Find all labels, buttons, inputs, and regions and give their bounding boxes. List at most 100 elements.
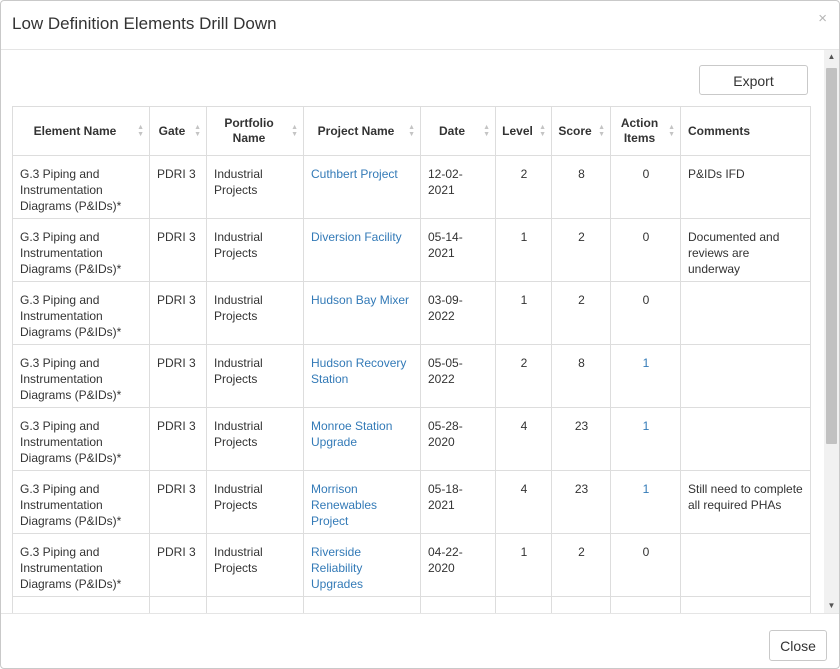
cell-level: 1 <box>495 281 552 345</box>
table-row: G.3 Piping and Instrumentation Diagrams … <box>12 281 811 345</box>
column-header-label: Date <box>438 123 465 138</box>
close-button[interactable]: Close <box>769 630 827 661</box>
column-header-label: Gate <box>158 123 186 138</box>
cell-action-items: 1 <box>610 344 681 408</box>
modal-footer: Close <box>1 613 839 668</box>
cell-date: 04-22-2020 <box>420 533 496 597</box>
cell-project-name: Monroe Station Upgrade <box>303 407 421 471</box>
action-items-link[interactable]: 1 <box>643 356 650 370</box>
cell-portfolio-name: Industrial Projects <box>206 470 304 534</box>
cell-project-name: Diversion Facility <box>303 218 421 282</box>
cell-date: 05-28-2020 <box>420 407 496 471</box>
cell-score: 8 <box>551 155 611 219</box>
cell-portfolio-name <box>206 596 304 613</box>
cell-level <box>495 596 552 613</box>
project-link[interactable]: Morrison Renewables Project <box>311 482 377 528</box>
cell-score: 2 <box>551 533 611 597</box>
cell-element-name: G.3 Piping and Instrumentation Diagrams … <box>12 407 150 471</box>
column-header-gate[interactable]: Gate ▲ ▼ <box>149 106 207 156</box>
column-header-date[interactable]: Date ▲ ▼ <box>420 106 496 156</box>
project-link[interactable]: Monroe Station Upgrade <box>311 419 392 449</box>
cell-project-name: Cuthbert Project <box>303 155 421 219</box>
project-link[interactable]: Hudson Recovery Station <box>311 356 406 386</box>
cell-gate: PDRI 3 <box>149 533 207 597</box>
cell-comments <box>680 344 811 408</box>
column-header-comments: Comments <box>680 106 811 156</box>
column-header-level[interactable]: Level ▲ ▼ <box>495 106 552 156</box>
cell-comments <box>680 281 811 345</box>
table-row: G.3 Piping and Instrumentation Diagrams … <box>12 407 811 471</box>
cell-project-name <box>303 596 421 613</box>
cell-action-items: 0 <box>610 155 681 219</box>
close-icon[interactable]: × <box>818 11 827 26</box>
cell-gate: PDRI 3 <box>149 281 207 345</box>
cell-date: 05-05-2022 <box>420 344 496 408</box>
table-row: G.3 Piping and Instrumentation Diagrams … <box>12 344 811 408</box>
cell-action-items: 0 <box>610 281 681 345</box>
project-link[interactable]: Hudson Bay Mixer <box>311 293 409 307</box>
drill-down-table: Element Name ▲ ▼ Gate ▲ ▼ Portfolio Name ▲… <box>12 106 811 613</box>
sort-icon[interactable]: ▲ ▼ <box>598 124 605 138</box>
sort-icon[interactable]: ▲ ▼ <box>668 124 675 138</box>
cell-comments: Documented and reviews are underway <box>680 218 811 282</box>
cell-comments <box>680 533 811 597</box>
cell-score: 2 <box>551 218 611 282</box>
sort-icon[interactable]: ▲ ▼ <box>194 124 201 138</box>
cell-element-name: G.3 Piping and Instrumentation Diagrams … <box>12 281 150 345</box>
project-link[interactable]: Diversion Facility <box>311 230 402 244</box>
cell-element-name: G.3 Piping and Instrumentation Diagrams … <box>12 344 150 408</box>
column-header-element-name[interactable]: Element Name ▲ ▼ <box>12 106 150 156</box>
column-header-action-items[interactable]: Action Items ▲ ▼ <box>610 106 681 156</box>
scroll-up-arrow-icon[interactable]: ▲ <box>824 51 839 63</box>
sort-icon[interactable]: ▲ ▼ <box>291 124 298 138</box>
cell-level: 4 <box>495 470 552 534</box>
cell-date: 12-02-2021 <box>420 155 496 219</box>
cell-comments: P&IDs IFD <box>680 155 811 219</box>
cell-portfolio-name: Industrial Projects <box>206 155 304 219</box>
project-link[interactable]: Cuthbert Project <box>311 167 398 181</box>
cell-action-items: 1 <box>610 470 681 534</box>
column-header-label: Portfolio Name <box>224 116 274 145</box>
cell-gate: PDRI 3 <box>149 218 207 282</box>
cell-gate: PDRI 3 <box>149 344 207 408</box>
cell-score: 23 <box>551 470 611 534</box>
cell-score: 23 <box>551 407 611 471</box>
cell-gate <box>149 596 207 613</box>
action-items-link[interactable]: 1 <box>643 482 650 496</box>
action-items-link[interactable]: 1 <box>643 419 650 433</box>
cell-element-name: G.3 Piping and Instrumentation Diagrams … <box>12 155 150 219</box>
column-header-project-name[interactable]: Project Name ▲ ▼ <box>303 106 421 156</box>
cell-portfolio-name: Industrial Projects <box>206 218 304 282</box>
cell-action-items <box>610 596 681 613</box>
cell-action-items: 0 <box>610 218 681 282</box>
vertical-scrollbar[interactable]: ▲ ▼ <box>824 50 839 613</box>
drill-down-modal: Low Definition Elements Drill Down × Exp… <box>0 0 840 669</box>
column-header-label: Score <box>558 123 592 138</box>
column-header-score[interactable]: Score ▲ ▼ <box>551 106 611 156</box>
column-header-portfolio-name[interactable]: Portfolio Name ▲ ▼ <box>206 106 304 156</box>
cell-gate: PDRI 3 <box>149 407 207 471</box>
project-link[interactable]: Riverside Reliability Upgrades <box>311 545 363 591</box>
cell-score: 2 <box>551 281 611 345</box>
sort-icon[interactable]: ▲ ▼ <box>539 124 546 138</box>
cell-level: 1 <box>495 533 552 597</box>
cell-level: 1 <box>495 218 552 282</box>
cell-level: 4 <box>495 407 552 471</box>
cell-project-name: Riverside Reliability Upgrades <box>303 533 421 597</box>
sort-icon[interactable]: ▲ ▼ <box>137 124 144 138</box>
cell-portfolio-name: Industrial Projects <box>206 281 304 345</box>
modal-body[interactable]: Export Element Name ▲ ▼ Gate ▲ ▼ Portfol… <box>1 50 839 613</box>
cell-date: 05-14-2021 <box>420 218 496 282</box>
cell-action-items: 0 <box>610 533 681 597</box>
scroll-down-arrow-icon[interactable]: ▼ <box>824 600 839 612</box>
table-row: G.3 Piping and Instrumentation Diagrams … <box>12 218 811 282</box>
cell-level: 2 <box>495 155 552 219</box>
sort-icon[interactable]: ▲ ▼ <box>408 124 415 138</box>
cell-comments <box>680 596 811 613</box>
scrollbar-thumb[interactable] <box>826 68 837 444</box>
cell-portfolio-name: Industrial Projects <box>206 407 304 471</box>
cell-date <box>420 596 496 613</box>
cell-project-name: Morrison Renewables Project <box>303 470 421 534</box>
sort-icon[interactable]: ▲ ▼ <box>483 124 490 138</box>
export-button[interactable]: Export <box>699 65 808 95</box>
